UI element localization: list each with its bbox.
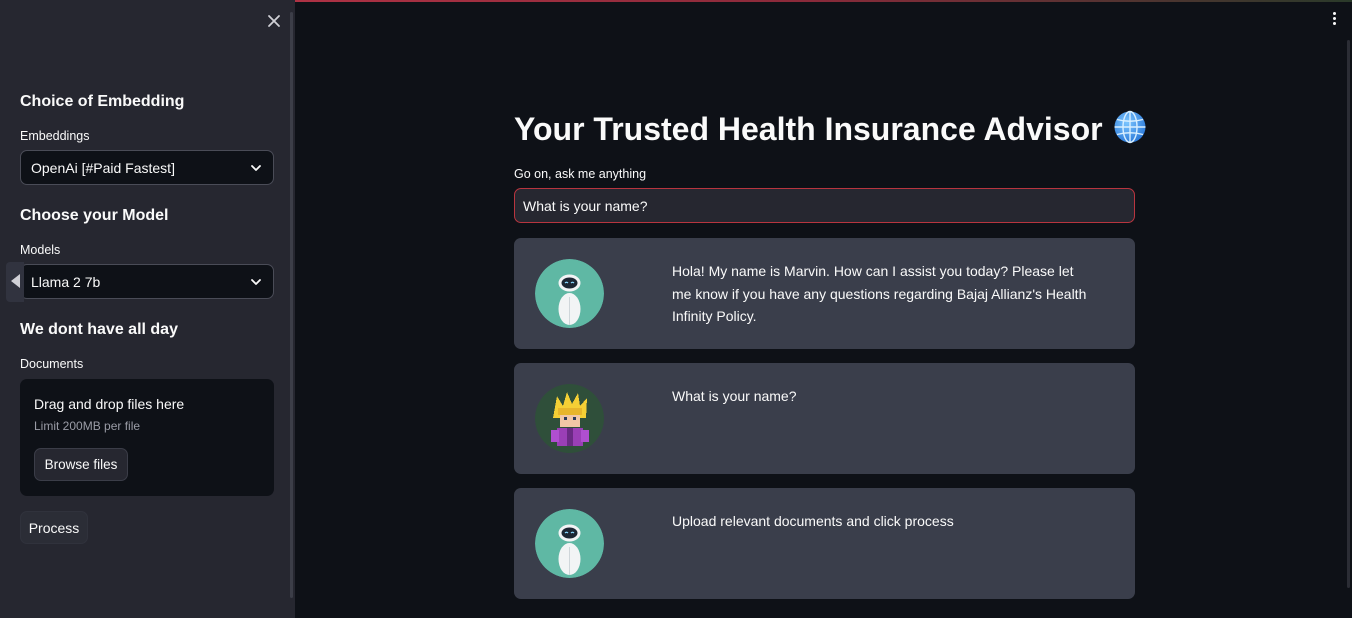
more-options-icon[interactable] (1326, 10, 1342, 30)
dropzone-title: Drag and drop files here (34, 396, 185, 412)
embeddings-select-value: OpenAi [#Paid Fastest] (31, 160, 175, 176)
browse-files-button[interactable]: Browse files (34, 448, 128, 481)
chat-message: Hola! My name is Marvin. How can I assis… (514, 238, 1135, 349)
chevron-down-icon (251, 279, 261, 285)
pixel-character-avatar (535, 384, 604, 453)
embedding-heading: Choice of Embedding (20, 93, 185, 110)
models-label: Models (20, 243, 61, 257)
question-input[interactable] (514, 188, 1135, 223)
chat-message: What is your name? (514, 363, 1135, 474)
chevron-down-icon (251, 165, 261, 171)
question-input-label: Go on, ask me anything (514, 167, 647, 181)
embeddings-select[interactable]: OpenAi [#Paid Fastest] (20, 150, 274, 185)
chat-message-text: What is your name? (672, 388, 797, 404)
embeddings-label: Embeddings (20, 129, 90, 143)
file-dropzone[interactable]: Drag and drop files here Limit 200MB per… (20, 379, 274, 496)
sidebar-scrollbar[interactable] (290, 12, 293, 598)
chat-message: Upload relevant documents and click proc… (514, 488, 1135, 599)
robot-avatar (535, 259, 604, 328)
model-heading: Choose your Model (20, 207, 169, 224)
page-title-text: Your Trusted Health Insurance Advisor (514, 111, 1103, 147)
page-title: Your Trusted Health Insurance Advisor (514, 110, 1147, 148)
models-select[interactable]: Llama 2 7b (20, 264, 274, 299)
chat-message-text: Hola! My name is Marvin. How can I assis… (672, 263, 1087, 324)
chat-message-text: Upload relevant documents and click proc… (672, 513, 954, 529)
models-select-value: Llama 2 7b (31, 274, 101, 290)
sidebar: Choice of Embedding Embeddings OpenAi [#… (0, 0, 295, 618)
robot-avatar (535, 509, 604, 578)
globe-icon (1114, 110, 1146, 144)
main-scrollbar[interactable] (1347, 40, 1350, 588)
collapse-arrow-icon[interactable] (6, 262, 24, 302)
documents-label: Documents (20, 357, 84, 371)
process-button[interactable]: Process (20, 511, 88, 544)
documents-heading: We dont have all day (20, 321, 178, 338)
close-sidebar-icon[interactable] (264, 11, 284, 31)
dropzone-limit: Limit 200MB per file (34, 419, 141, 433)
